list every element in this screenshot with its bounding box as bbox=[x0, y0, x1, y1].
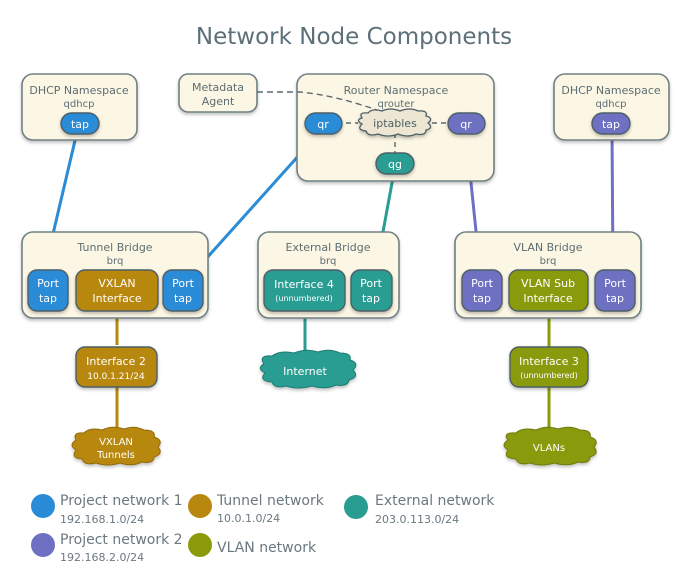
tunnel-port-left-line2: tap bbox=[39, 292, 57, 305]
router-namespace: Router Namespace qrouter qr iptables qr … bbox=[257, 73, 495, 182]
diagram-title: Network Node Components bbox=[196, 24, 512, 50]
tunnel-bridge-subtitle: brq bbox=[107, 256, 124, 267]
legend-sub-tunnel: 10.0.1.0/24 bbox=[217, 512, 280, 525]
legend-swatch-project1 bbox=[31, 494, 55, 518]
router-qr-port-project1[interactable]: qr bbox=[304, 112, 343, 135]
interface-4[interactable]: Interface 4 (unnumbered) bbox=[263, 269, 346, 312]
external-port-line2: tap bbox=[362, 292, 380, 305]
vxlan-line1: VXLAN bbox=[98, 277, 135, 290]
legend-swatch-vlan bbox=[188, 533, 212, 557]
legend-item-tunnel-network: Tunnel network 10.0.1.0/24 bbox=[188, 493, 325, 525]
interface3-line1: Interface 3 bbox=[519, 355, 579, 368]
interface4-line1: Interface 4 bbox=[274, 278, 334, 291]
vlan-bridge-subtitle: brq bbox=[540, 256, 557, 267]
vxlan-tunnels-cloud[interactable]: VXLAN Tunnels bbox=[71, 426, 161, 466]
vlan-port-right-line2: tap bbox=[606, 292, 624, 305]
legend-sub-project1: 192.168.1.0/24 bbox=[60, 513, 144, 526]
vxlan-cloud-line1: VXLAN bbox=[99, 437, 133, 448]
vxlan-line2: Interface bbox=[92, 292, 141, 305]
metadata-agent-line1: Metadata bbox=[192, 81, 244, 94]
tunnel-port-tap-left[interactable]: Port tap bbox=[27, 269, 69, 312]
tunnel-port-tap-right[interactable]: Port tap bbox=[162, 269, 204, 312]
vlan-port-left-line2: tap bbox=[473, 292, 491, 305]
interface4-line2: (unnumbered) bbox=[275, 294, 332, 303]
legend-item-project-network-1: Project network 1 192.168.1.0/24 bbox=[31, 493, 183, 526]
vlan-bridge: VLAN Bridge brq Port tap VLAN Sub Interf… bbox=[454, 231, 642, 319]
tunnel-bridge: Tunnel Bridge brq Port tap VXLAN Interfa… bbox=[21, 231, 209, 319]
legend-label-tunnel: Tunnel network bbox=[216, 493, 325, 509]
internet-label: Internet bbox=[283, 365, 327, 378]
legend-label-external: External network bbox=[375, 493, 495, 509]
interface-2[interactable]: Interface 2 10.0.1.21/24 bbox=[75, 346, 158, 388]
vlan-bridge-title: VLAN Bridge bbox=[513, 241, 582, 254]
vlan-port-tap-right[interactable]: Port tap bbox=[594, 269, 636, 312]
network-node-diagram: Network Node Components DHCP Namespace q… bbox=[21, 24, 670, 564]
router-qg-label: qg bbox=[388, 158, 402, 171]
dhcp-left-tap-label: tap bbox=[71, 118, 89, 131]
iptables-label: iptables bbox=[373, 117, 417, 130]
dhcp-right-tap-label: tap bbox=[602, 118, 620, 131]
legend-swatch-external bbox=[344, 495, 368, 519]
dhcp-left-tap-port[interactable]: tap bbox=[60, 112, 100, 135]
vlans-label: VLANs bbox=[533, 443, 565, 454]
tunnel-port-left-line1: Port bbox=[37, 277, 59, 290]
vlan-sub-line1: VLAN Sub bbox=[521, 277, 575, 290]
tunnel-port-right-line2: tap bbox=[174, 292, 192, 305]
vxlan-cloud-line2: Tunnels bbox=[96, 450, 135, 461]
legend-item-external-network: External network 203.0.113.0/24 bbox=[344, 493, 495, 526]
legend-sub-project2: 192.168.2.0/24 bbox=[60, 551, 144, 564]
vlan-sub-interface[interactable]: VLAN Sub Interface bbox=[508, 269, 589, 312]
iptables-cloud[interactable]: iptables bbox=[357, 108, 432, 137]
dhcp-left-title: DHCP Namespace bbox=[29, 84, 129, 97]
interface2-line1: Interface 2 bbox=[86, 355, 146, 368]
interface3-line2: (unnumbered) bbox=[520, 371, 577, 380]
vlan-port-left-line1: Port bbox=[471, 277, 493, 290]
tunnel-port-right-line1: Port bbox=[172, 277, 194, 290]
legend: Project network 1 192.168.1.0/24 Tunnel … bbox=[31, 493, 495, 564]
vxlan-interface[interactable]: VXLAN Interface bbox=[75, 269, 159, 312]
legend-swatch-project2 bbox=[31, 533, 55, 557]
legend-label-project2: Project network 2 bbox=[60, 532, 183, 548]
vlans-cloud[interactable]: VLANs bbox=[503, 426, 597, 466]
legend-label-vlan: VLAN network bbox=[217, 540, 317, 556]
router-title: Router Namespace bbox=[344, 84, 449, 97]
router-qr2-label: qr bbox=[460, 118, 472, 131]
legend-item-project-network-2: Project network 2 192.168.2.0/24 bbox=[31, 532, 183, 564]
external-port-tap[interactable]: Port tap bbox=[350, 269, 393, 312]
interface2-line2: 10.0.1.21/24 bbox=[87, 372, 145, 382]
dhcp-right-subtitle: qdhcp bbox=[596, 99, 627, 110]
external-port-line1: Port bbox=[360, 277, 382, 290]
legend-sub-external: 203.0.113.0/24 bbox=[375, 513, 459, 526]
dhcp-left-subtitle: qdhcp bbox=[64, 99, 95, 110]
router-qr-label: qr bbox=[317, 118, 329, 131]
metadata-agent[interactable]: Metadata Agent bbox=[178, 73, 258, 113]
router-qg-port[interactable]: qg bbox=[375, 152, 415, 175]
tunnel-bridge-title: Tunnel Bridge bbox=[76, 241, 152, 254]
internet-cloud[interactable]: Internet bbox=[259, 349, 357, 389]
legend-item-vlan-network: VLAN network bbox=[188, 533, 317, 557]
dhcp-namespace-left: DHCP Namespace qdhcp tap bbox=[21, 73, 138, 141]
router-qr-port-project2[interactable]: qr bbox=[447, 112, 486, 135]
external-bridge-subtitle: brq bbox=[320, 256, 337, 267]
interface-3[interactable]: Interface 3 (unnumbered) bbox=[509, 346, 589, 388]
legend-label-project1: Project network 1 bbox=[60, 493, 183, 509]
vlan-sub-line2: Interface bbox=[523, 292, 572, 305]
external-bridge: External Bridge brq Interface 4 (unnumbe… bbox=[257, 231, 400, 319]
vlan-port-tap-left[interactable]: Port tap bbox=[461, 269, 503, 312]
dhcp-right-title: DHCP Namespace bbox=[561, 84, 661, 97]
metadata-agent-line2: Agent bbox=[202, 95, 235, 108]
vlan-port-right-line1: Port bbox=[604, 277, 626, 290]
dhcp-right-tap-port[interactable]: tap bbox=[591, 112, 631, 135]
dhcp-namespace-right: DHCP Namespace qdhcp tap bbox=[553, 73, 670, 141]
external-bridge-title: External Bridge bbox=[286, 241, 371, 254]
legend-swatch-tunnel bbox=[188, 494, 212, 518]
